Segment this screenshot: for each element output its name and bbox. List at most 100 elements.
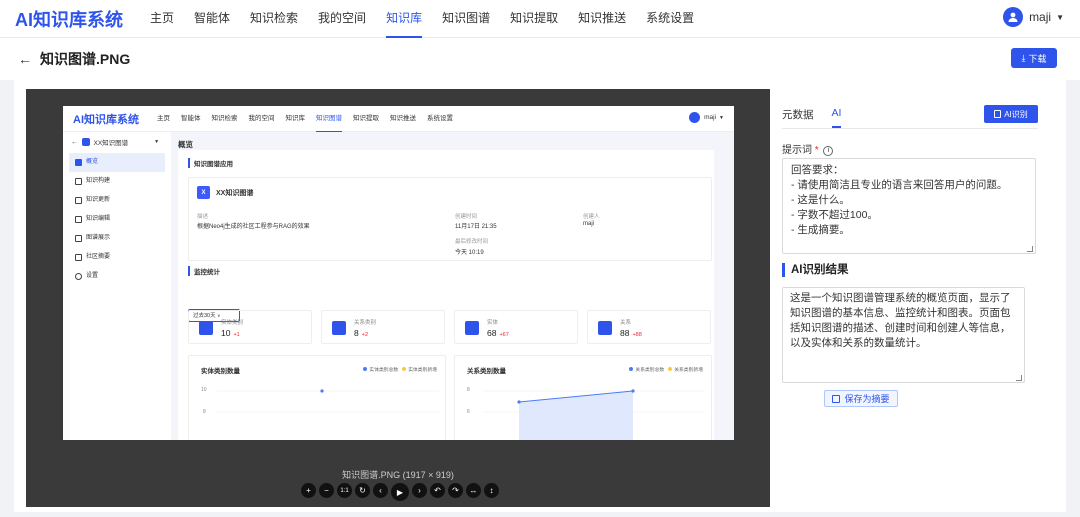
tab-divider xyxy=(782,128,1038,129)
save-icon xyxy=(832,394,841,403)
chart-lines xyxy=(217,389,439,413)
zoom-out-icon[interactable]: − xyxy=(319,483,334,498)
document-icon xyxy=(994,110,1002,118)
preview-sidebar: ← XX知识图谱 ▼ 概览 知识构建 知识更新 知识编辑 图谱展示 社区摘要 设… xyxy=(63,132,171,440)
actual-size-icon[interactable]: 1:1 xyxy=(337,483,352,498)
play-icon[interactable]: ▶ xyxy=(391,483,409,501)
preview-kg-info: X XX知识图谱 描述 根据Neo4j生成的社区工程参与RAG的效果 创建时间 … xyxy=(188,177,712,261)
side-label: 社区摘要 xyxy=(86,254,111,260)
prompt-label: 提示词 * i xyxy=(782,141,834,156)
build-icon xyxy=(75,178,82,185)
preview-side-item: 社区摘要 xyxy=(63,248,171,267)
back-arrow-icon[interactable]: ← xyxy=(18,51,32,67)
nav-item-knowledge-base[interactable]: 知识库 xyxy=(386,0,423,38)
user-name: maji xyxy=(1029,10,1052,24)
tab-metadata[interactable]: 元数据 xyxy=(782,107,814,128)
stat-value: 68 +67 xyxy=(487,328,509,338)
creator-label: 创建人 xyxy=(583,214,600,220)
prompt-label-text: 提示词 xyxy=(782,145,812,156)
top-nav: AI知识库系统 主页 智能体 知识检索 我的空间 知识库 知识图谱 知识提取 知… xyxy=(0,0,1080,38)
preview-nav-item: 系统设置 xyxy=(427,115,453,122)
save-summary-button[interactable]: 保存为摘要 xyxy=(824,390,898,407)
zoom-in-icon[interactable]: + xyxy=(301,483,316,498)
preview-nav-item: 知识检索 xyxy=(211,115,238,122)
save-summary-label: 保存为摘要 xyxy=(844,394,890,404)
stat-delta: +88 xyxy=(632,332,642,338)
side-label: 概览 xyxy=(86,159,99,165)
user-menu[interactable]: maji ▼ xyxy=(1003,7,1064,27)
nav-item-push[interactable]: 知识推送 xyxy=(578,0,626,38)
resize-handle[interactable] xyxy=(1027,246,1033,252)
stat-label: 实体 xyxy=(487,320,499,326)
viewer-caption: 知识图谱.PNG (1917 × 919) xyxy=(342,470,454,480)
next-icon[interactable]: › xyxy=(412,483,427,498)
summary-icon xyxy=(75,254,82,261)
nav-item-settings[interactable]: 系统设置 xyxy=(646,0,694,38)
side-label: 知识更新 xyxy=(86,197,111,203)
graph-icon xyxy=(75,235,82,242)
required-mark: * xyxy=(814,145,819,156)
image-viewer[interactable]: AI知识库系统 主页 智能体 知识检索 我的空间 知识库 知识图谱 知识提取 知… xyxy=(26,89,770,507)
stat-label: 实体类别 xyxy=(221,320,244,326)
preview-kb-select: ← XX知识图谱 ▼ xyxy=(63,132,171,147)
resize-handle[interactable] xyxy=(1016,375,1022,381)
tab-ai[interactable]: AI xyxy=(831,107,842,128)
side-label: 知识构建 xyxy=(86,178,111,184)
modified-label: 最后修改时间 xyxy=(455,239,489,245)
result-textarea[interactable]: 这是一个知识图谱管理系统的概览页面，显示了知识图谱的基本信息、监控统计和图表。页… xyxy=(782,287,1025,383)
nav-item-agent[interactable]: 智能体 xyxy=(194,0,230,38)
preview-stat-card: 关系类别 8 +2 xyxy=(321,310,445,344)
creator-value: maji xyxy=(583,221,595,227)
main-card: AI知识库系统 主页 智能体 知识检索 我的空间 知识库 知识图谱 知识提取 知… xyxy=(14,80,1066,512)
prev-icon[interactable]: ‹ xyxy=(373,483,388,498)
reset-icon[interactable]: ↻ xyxy=(355,483,370,498)
update-icon xyxy=(75,197,82,204)
nav-item-home[interactable]: 主页 xyxy=(150,0,174,38)
stat-value: 88 +88 xyxy=(620,328,642,338)
preview-nav-item: 主页 xyxy=(157,115,170,122)
preview-nav-item: 知识推送 xyxy=(390,115,416,122)
viewer-toolbar: + − 1:1 ↻ ‹ ▶ › ↶ ↷ ↔ ↕ xyxy=(301,483,499,501)
preview-side-item: 图谱展示 xyxy=(63,229,171,248)
nav-item-search[interactable]: 知识检索 xyxy=(250,0,298,38)
back-arrow-icon: ← xyxy=(71,138,78,146)
prompt-textarea[interactable]: 回答要求： - 请使用简洁且专业的语言来回答用户的问题。 - 这是什么。 - 字… xyxy=(782,158,1036,254)
preview-side-item: 概览 xyxy=(69,153,165,172)
download-icon: ⤓ xyxy=(1021,52,1026,63)
rotate-left-icon[interactable]: ↶ xyxy=(430,483,445,498)
side-label: 设置 xyxy=(86,273,99,279)
rotate-right-icon[interactable]: ↷ xyxy=(448,483,463,498)
stat-label: 关系类别 xyxy=(354,320,377,326)
user-icon xyxy=(465,321,479,335)
stat-label: 关系 xyxy=(620,320,632,326)
download-label: 下载 xyxy=(1028,53,1047,64)
preview-nav-item: 知识图谱 xyxy=(316,106,342,132)
created-value: 11月17日 21:35 xyxy=(455,224,497,230)
preview-user: maji ▼ xyxy=(689,112,724,123)
modified-value: 今天 10:19 xyxy=(455,250,484,256)
preview-stat-card: 实体 68 +67 xyxy=(454,310,578,344)
panel-tabs: 元数据 AI xyxy=(782,107,842,128)
desc-label: 描述 xyxy=(197,214,209,220)
download-button[interactable]: ⤓ 下载 xyxy=(1011,48,1057,68)
preview-app-section: 知识图谱应用 xyxy=(188,158,714,168)
flip-horizontal-icon[interactable]: ↔ xyxy=(466,483,481,498)
nav-item-extract[interactable]: 知识提取 xyxy=(510,0,558,38)
preview-nav-item: 我的空间 xyxy=(248,115,275,122)
preview-nav-item: 智能体 xyxy=(181,115,201,122)
nav-item-knowledge-graph[interactable]: 知识图谱 xyxy=(442,0,490,38)
nav-item-my-space[interactable]: 我的空间 xyxy=(318,0,366,38)
stat-delta: +1 xyxy=(233,332,240,338)
stat-number: 88 xyxy=(620,328,630,338)
preview-chart-relation-types: 关系类别数量 关系类别总数 关系类别新增 8 6 xyxy=(454,355,712,440)
app-logo[interactable]: AI知识库系统 xyxy=(15,6,150,32)
kb-select-label: XX知识图谱 xyxy=(93,140,129,147)
page-header: ← 知识图谱.PNG ⤓ 下载 xyxy=(0,38,1080,80)
preview-content: 概览 知识图谱应用 X XX知识图谱 描述 根据Neo4j生成的社区工程参与RA… xyxy=(178,132,730,440)
chevron-down-icon: ▼ xyxy=(1056,12,1064,22)
flip-vertical-icon[interactable]: ↕ xyxy=(484,483,499,498)
preview-avatar xyxy=(689,112,701,123)
info-icon[interactable]: i xyxy=(823,145,834,156)
ai-recognize-button[interactable]: AI识别 xyxy=(984,105,1038,123)
user-icon xyxy=(199,321,213,335)
